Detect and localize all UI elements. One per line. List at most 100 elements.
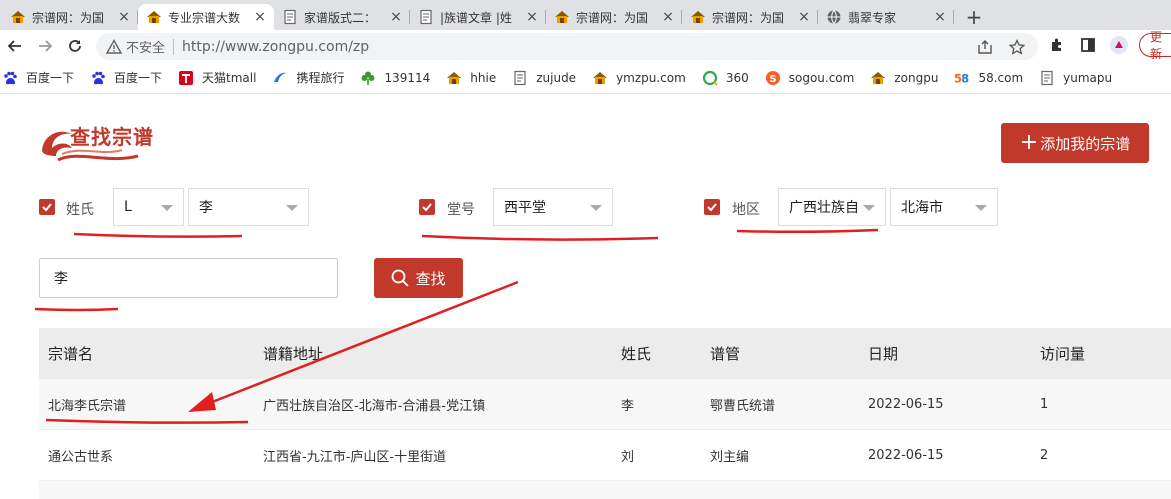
genealogy-name-link[interactable]: 通公古世系 [48, 446, 113, 465]
tab-title: 宗谱网：为国 [576, 10, 649, 25]
bookmarks-bar: 百度一下 百度一下 天猫tmall 携程旅行 139114 hhie zujude ymzpu… [0, 62, 1171, 94]
chevron-down-icon [863, 205, 875, 211]
bookmark-item[interactable]: zongpu [870, 70, 938, 86]
close-tab-icon[interactable]: × [116, 9, 132, 25]
annotation-underline-region [736, 228, 879, 234]
globe-favicon [826, 9, 842, 25]
tmall-icon [178, 70, 194, 86]
browser-tab[interactable]: 宗谱网：为国 × [682, 4, 818, 30]
region-filter-checkbox[interactable] [704, 199, 720, 215]
browser-tab[interactable]: 专业宗谱大数 × [138, 4, 274, 30]
close-tab-icon[interactable]: × [660, 9, 676, 25]
bookmark-item[interactable]: 携程旅行 [272, 69, 344, 86]
column-header-date[interactable]: 日期 [868, 343, 898, 364]
bookmark-label: 携程旅行 [296, 71, 345, 85]
province-select[interactable]: 广西壮族自治区 [778, 188, 886, 226]
hall-filter-checkbox[interactable] [419, 199, 435, 215]
bookmark-item[interactable]: 百度一下 [2, 69, 74, 86]
bookmark-label: 360 [725, 70, 749, 85]
bookmark-item[interactable]: ymzpu.com [592, 70, 686, 86]
column-header-surname[interactable]: 姓氏 [621, 343, 651, 364]
surname-select[interactable]: 李 [188, 188, 309, 226]
tab-title: 宗谱网：为国 [712, 10, 785, 25]
table-cell-visits: 2 [1040, 447, 1049, 463]
surname-initial-select[interactable]: L [113, 188, 184, 226]
bookmark-item[interactable]: 139114 [360, 70, 430, 86]
bookmark-item[interactable]: yumapu [1039, 70, 1112, 86]
search-button[interactable]: 查找 [374, 258, 463, 298]
bookmark-label: zujude [536, 70, 577, 85]
side-panel-icon[interactable] [1077, 33, 1098, 57]
bookmark-item[interactable]: 5 8 58.com [954, 70, 1023, 86]
close-tab-icon[interactable]: × [932, 9, 948, 25]
bookmark-item[interactable]: 360 [702, 70, 749, 86]
bookmark-item[interactable]: Ssogou.com [765, 70, 854, 86]
bookmark-label: 58.com [978, 70, 1024, 85]
add-my-genealogy-button[interactable]: + 添加我的宗谱 [1001, 123, 1149, 163]
column-header-name[interactable]: 宗谱名 [48, 343, 93, 364]
bookmark-item[interactable]: 天猫tmall [178, 69, 256, 86]
hall-select[interactable]: 西平堂 [493, 188, 613, 226]
new-tab-button[interactable]: + [960, 4, 988, 30]
not-secure-indicator[interactable]: 不安全 [106, 37, 165, 56]
chevron-down-icon [161, 205, 173, 211]
bookmark-item[interactable]: zujude [512, 70, 576, 86]
browser-toolbar: 不安全 http://www.zongpu.com/zp 更新 [0, 30, 1171, 62]
province-value: 广西壮族自治区 [789, 200, 859, 216]
doc-favicon [1039, 70, 1055, 86]
forward-button[interactable] [30, 31, 60, 61]
browser-tab[interactable]: 翡翠专家 × [818, 4, 954, 30]
url-text[interactable]: http://www.zongpu.com/zp [182, 39, 960, 55]
close-tab-icon[interactable]: × [796, 9, 812, 25]
bookmark-item[interactable]: hhie [446, 70, 496, 86]
reload-button[interactable] [60, 31, 90, 61]
extensions-puzzle-icon[interactable] [1046, 33, 1067, 57]
annotation-underline-search [34, 307, 119, 312]
annotation-underline-surname [73, 232, 243, 238]
zongpu-favicon [592, 70, 608, 86]
chevron-down-icon [286, 205, 298, 211]
genealogy-name-link[interactable]: 北海李氏宗谱 [48, 395, 126, 414]
bookmark-star-icon[interactable] [1006, 36, 1028, 58]
browser-tab[interactable]: 宗谱网：为国 × [546, 4, 682, 30]
browser-tab[interactable]: |族谱文章 |姓 × [410, 4, 546, 30]
browser-tab-strip: 宗谱网：为国 × 专业宗谱大数 × 家谱版式二： × |族谱文章 |姓 × 宗谱网：为国 × 宗谱网… [0, 0, 1171, 30]
table-cell-address: 江西省-九江市-庐山区-十里街道 [263, 449, 447, 465]
bookmark-item[interactable]: 百度一下 [90, 69, 162, 86]
back-button[interactable] [0, 31, 30, 61]
page-title: 查找宗谱 [70, 125, 154, 149]
update-button[interactable]: 更新 [1139, 30, 1171, 61]
table-row[interactable]: 北海李氏宗谱 广西壮族自治区-北海市-合浦县-党江镇 李 鄂曹氏统谱 2022-… [39, 379, 1171, 430]
forward-arrow-icon [39, 40, 53, 52]
city-select[interactable]: 北海市 [890, 188, 998, 226]
360-icon [702, 70, 718, 86]
table-cell-date: 2022-06-15 [868, 447, 944, 463]
surname-filter-checkbox[interactable] [39, 199, 55, 215]
address-separator [173, 38, 175, 55]
bookmark-label: zongpu [894, 70, 939, 85]
ctrip-icon [272, 70, 288, 86]
search-button-label: 查找 [415, 269, 446, 288]
surname-initial-value: L [124, 199, 132, 215]
close-tab-icon[interactable]: × [252, 9, 268, 25]
profile-avatar-icon[interactable] [1108, 33, 1129, 57]
browser-tab[interactable]: 宗谱网：为国 × [2, 4, 138, 30]
column-header-address[interactable]: 谱籍地址 [263, 343, 323, 364]
reload-icon [69, 40, 81, 52]
column-header-manager[interactable]: 谱管 [710, 343, 740, 364]
table-cell-surname: 李 [621, 398, 635, 414]
not-secure-label: 不安全 [126, 41, 166, 56]
close-tab-icon[interactable]: × [524, 9, 540, 25]
browser-tab[interactable]: 家谱版式二： × [274, 4, 410, 30]
table-row[interactable]: 通公古世系 江西省-九江市-庐山区-十里街道 刘 刘主编 2022-06-15 … [39, 430, 1171, 481]
close-tab-icon[interactable]: × [388, 9, 404, 25]
chevron-down-icon [590, 205, 602, 211]
search-input[interactable] [39, 258, 338, 298]
region-filter-label: 地区 [732, 202, 760, 218]
search-icon [392, 269, 410, 287]
checkmark-icon [707, 203, 717, 212]
address-bar[interactable]: 不安全 http://www.zongpu.com/zp [96, 33, 1038, 60]
column-header-visits[interactable]: 访问量 [1040, 343, 1085, 364]
share-icon[interactable] [974, 36, 996, 58]
doc-favicon [282, 9, 298, 25]
